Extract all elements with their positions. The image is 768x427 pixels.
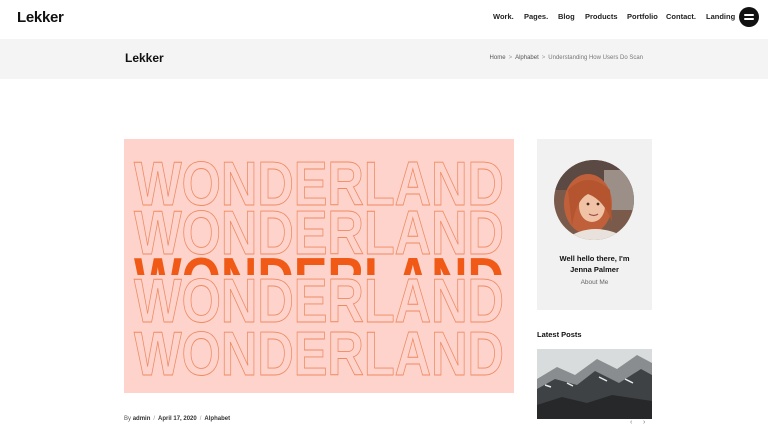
latest-post-thumbnail[interactable]: [537, 349, 652, 419]
page-title: Lekker: [125, 51, 164, 65]
meta-separator: /: [153, 416, 156, 422]
post-meta: By admin / April 17, 2020/Alphabet: [124, 416, 230, 422]
breadcrumb-alphabet[interactable]: Alphabet: [515, 55, 539, 61]
nav-item-products[interactable]: Products: [585, 12, 618, 21]
latest-posts-next-button[interactable]: ›: [643, 419, 645, 426]
meta-category[interactable]: Alphabet: [204, 416, 230, 422]
nav-item-landing[interactable]: Landing: [706, 12, 735, 21]
post-featured-image[interactable]: WONDERLAND WONDERLAND WONDERLAND WONDERL…: [124, 139, 514, 393]
about-me-link[interactable]: About Me: [537, 279, 652, 286]
meta-by-label: By: [124, 416, 132, 422]
about-greeting: Well hello there, I'm Jenna Palmer: [537, 253, 652, 275]
nav-item-work[interactable]: Work.: [493, 12, 514, 21]
about-widget: Well hello there, I'm Jenna Palmer About…: [537, 139, 652, 310]
meta-author[interactable]: admin: [133, 416, 151, 422]
menu-button[interactable]: [739, 7, 759, 27]
nav-item-pages[interactable]: Pages.: [524, 12, 548, 21]
breadcrumb-separator: >: [541, 55, 546, 61]
avatar: [554, 160, 634, 240]
image-word-row-5: WONDERLAND: [134, 320, 504, 389]
breadcrumb-home[interactable]: Home: [490, 55, 506, 61]
about-name: Jenna Palmer: [570, 265, 619, 274]
meta-separator: /: [199, 416, 202, 422]
about-greeting-line1: Well hello there, I'm: [559, 254, 630, 263]
breadcrumb-current: Understanding How Users Do Scan: [548, 55, 643, 61]
latest-posts-heading: Latest Posts: [537, 330, 582, 339]
nav-item-portfolio[interactable]: Portfolio: [627, 12, 658, 21]
nav-item-blog[interactable]: Blog: [558, 12, 575, 21]
latest-posts-prev-button[interactable]: ‹: [630, 419, 632, 426]
breadcrumb: Home > Alphabet > Understanding How Users Do…: [490, 55, 643, 61]
site-header: Lekker Work. Pages. Blog Products Portfo…: [0, 0, 768, 36]
wonderland-typography-image: WONDERLAND WONDERLAND WONDERLAND WONDERL…: [134, 150, 505, 390]
page-title-bar: Lekker Home > Alphabet > Understanding How U…: [0, 39, 768, 79]
main-nav: Work. Pages. Blog Products Portfolio Con…: [0, 12, 768, 24]
breadcrumb-separator: >: [508, 55, 513, 61]
nav-item-contact[interactable]: Contact.: [666, 12, 696, 21]
meta-date[interactable]: April 17, 2020: [158, 416, 197, 422]
